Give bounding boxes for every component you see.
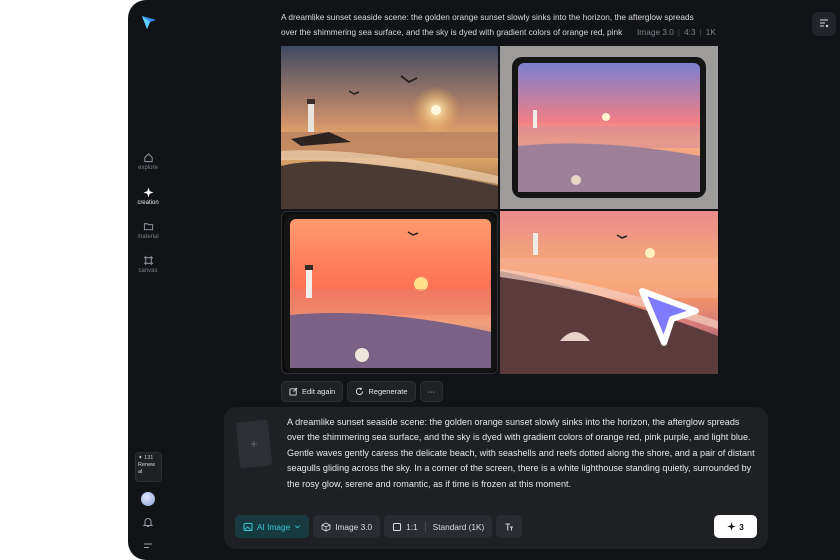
generated-image-3[interactable] bbox=[281, 211, 498, 374]
edit-icon bbox=[289, 387, 298, 396]
prompt-composer: + A dreamlike sunset seaside scene: the … bbox=[224, 407, 768, 549]
prompt-line-1: A dreamlike sunset seaside scene: the go… bbox=[281, 12, 694, 22]
image-actions: Edit again Regenerate ··· bbox=[281, 381, 444, 402]
home-icon bbox=[143, 153, 153, 163]
sidebar-item-canvas[interactable]: canvas bbox=[128, 255, 168, 274]
edit-again-label: Edit again bbox=[302, 387, 336, 396]
cube-icon bbox=[321, 522, 331, 531]
text-icon bbox=[505, 523, 514, 530]
generation-prompt: A dreamlike sunset seaside scene: the go… bbox=[281, 10, 721, 39]
model-label: Image 3.0 bbox=[335, 521, 373, 532]
regenerate-button[interactable]: Regenerate bbox=[347, 381, 416, 402]
prompt-line-2: over the shimmering sea surface, and the… bbox=[281, 26, 623, 37]
model-selector[interactable]: Image 3.0 bbox=[313, 515, 381, 538]
edit-again-button[interactable]: Edit again bbox=[281, 381, 344, 402]
more-options-label: ··· bbox=[427, 387, 436, 396]
logo-icon[interactable] bbox=[141, 14, 157, 30]
aspect-ratio-icon bbox=[393, 522, 402, 531]
generated-image-2[interactable] bbox=[500, 46, 718, 209]
canvas-icon bbox=[143, 255, 153, 266]
prompt-input[interactable]: A dreamlike sunset seaside scene: the go… bbox=[287, 415, 759, 492]
sidebar-item-label: creation bbox=[137, 200, 159, 206]
mode-selector[interactable]: AI Image bbox=[235, 515, 310, 538]
sidebar-item-creation[interactable]: creation bbox=[128, 187, 168, 206]
regenerate-label: Regenerate bbox=[368, 387, 408, 396]
renew-badge[interactable]: ✦ 131 Renew al bbox=[135, 452, 162, 482]
points-count: ✦ 131 bbox=[138, 455, 154, 461]
more-options-button[interactable]: ··· bbox=[419, 381, 444, 402]
meta-ratio: 4:3 bbox=[684, 26, 696, 37]
sidebar: explore creation material canvas ✦ 131 R… bbox=[128, 0, 168, 560]
avatar[interactable] bbox=[141, 492, 155, 506]
meta-resolution: 1K bbox=[705, 26, 716, 37]
folder-icon bbox=[143, 223, 153, 231]
panel-icon bbox=[820, 19, 829, 28]
text-style-button[interactable] bbox=[496, 515, 523, 538]
sidebar-item-label: explore bbox=[138, 165, 158, 171]
sidebar-item-explore[interactable]: explore bbox=[128, 152, 168, 171]
plus-icon: + bbox=[249, 436, 259, 452]
meta-model: Image 3.0 bbox=[637, 26, 674, 37]
composer-toolbar: AI Image Image 3.0 1:1 Standard (1K) bbox=[235, 515, 523, 538]
app-window: explore creation material canvas ✦ 131 R… bbox=[128, 0, 840, 560]
generate-cost: 3 bbox=[739, 521, 744, 532]
sparkle-icon bbox=[142, 187, 154, 198]
sidebar-item-material[interactable]: material bbox=[128, 221, 168, 240]
image-icon bbox=[243, 522, 253, 531]
sparkle-icon bbox=[727, 522, 736, 531]
pointer-cursor-icon bbox=[639, 288, 699, 346]
chevron-down-icon bbox=[295, 525, 301, 529]
generate-button[interactable]: 3 bbox=[714, 515, 757, 538]
sidebar-item-label: material bbox=[137, 234, 159, 240]
mode-label: AI Image bbox=[257, 521, 291, 532]
generated-image-1[interactable] bbox=[281, 46, 498, 209]
ratio-quality-selector[interactable]: 1:1 Standard (1K) bbox=[384, 515, 493, 538]
menu-icon[interactable] bbox=[142, 540, 154, 552]
sidebar-item-label: canvas bbox=[138, 268, 158, 274]
ratio-label: 1:1 bbox=[406, 521, 418, 532]
renew-label: Renew al bbox=[138, 462, 156, 475]
bell-icon[interactable] bbox=[142, 516, 154, 528]
generation-meta: Image 3.0 | 4:3 | 1K bbox=[637, 26, 716, 37]
add-reference-image-button[interactable]: + bbox=[235, 419, 273, 469]
quality-label: Standard (1K) bbox=[432, 521, 485, 532]
refresh-icon bbox=[356, 387, 364, 395]
layout-toggle-button[interactable] bbox=[812, 12, 836, 36]
